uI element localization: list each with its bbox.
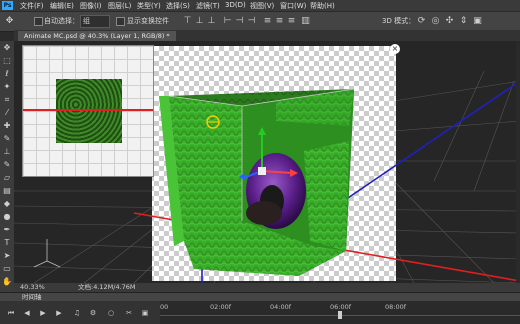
document-info[interactable]: 文档:4.12M/4.76M — [78, 283, 136, 292]
secondary-view-cube — [56, 79, 122, 143]
align-left-icon[interactable]: ⊢ — [222, 16, 233, 27]
auto-select-checkbox[interactable] — [34, 17, 43, 26]
align-middle-icon[interactable]: ⊥ — [194, 16, 205, 27]
type-tool-icon[interactable]: T — [2, 238, 12, 248]
menu-bar: Ps 文件(F) 编辑(E) 图像(I) 图层(L) 类型(Y) 选择(S) 滤… — [0, 0, 520, 11]
menu-filter[interactable]: 滤镜(T) — [196, 1, 220, 11]
menu-type[interactable]: 类型(Y) — [137, 1, 161, 11]
dodge-tool-icon[interactable]: ● — [2, 212, 12, 222]
vertical-scrollbar[interactable] — [516, 41, 520, 283]
history-brush-tool-icon[interactable]: ✎ — [2, 160, 12, 170]
prev-frame-icon[interactable]: ◀ — [22, 308, 32, 318]
settings-icon[interactable]: ⚙ — [88, 308, 98, 318]
3d-scale-icon[interactable]: ▣ — [472, 16, 483, 27]
auto-select-dropdown[interactable]: 组 — [80, 15, 110, 28]
menu-select[interactable]: 选择(S) — [166, 1, 190, 11]
menu-window[interactable]: 窗口(W) — [280, 1, 306, 11]
timeline-tick: 04:00f — [270, 303, 292, 311]
document-tab[interactable]: Animate MC.psd @ 40.3% (Layer 1, RGB/8) … — [18, 31, 176, 41]
path-select-tool-icon[interactable]: ➤ — [2, 251, 12, 261]
loop-icon[interactable]: ○ — [106, 308, 116, 318]
timeline-tick: 08:00f — [385, 303, 407, 311]
3d-slide-icon[interactable]: ⇕ — [458, 16, 469, 27]
document-tab-bar: Animate MC.psd @ 40.3% (Layer 1, RGB/8) … — [14, 30, 520, 41]
eyedropper-tool-icon[interactable]: ⁄ — [2, 108, 12, 118]
3d-mode-label: 3D 模式： — [382, 17, 416, 25]
distribute-icon[interactable]: ≡ — [262, 16, 273, 27]
healing-tool-icon[interactable]: ✚ — [2, 121, 12, 131]
timeline-tick: 06:00f — [330, 303, 352, 311]
eraser-tool-icon[interactable]: ▱ — [2, 173, 12, 183]
auto-select-label: 自动选择： — [44, 17, 79, 25]
tools-panel: ✥ ⬚ ℓ ✦ ⌗ ⁄ ✚ ✎ ⊥ ✎ ▱ ▤ ◆ ● ✒ T ➤ ▭ ✋ — [0, 41, 15, 292]
align-center-icon[interactable]: ⊣ — [234, 16, 245, 27]
play-icon[interactable]: ▶ — [38, 308, 48, 318]
auto-align-icon[interactable]: ▥ — [300, 16, 311, 27]
transition-icon[interactable]: ▣ — [140, 308, 150, 318]
next-frame-icon[interactable]: ▶ — [54, 308, 64, 318]
distribute-v-icon[interactable]: ≡ — [286, 16, 297, 27]
lasso-tool-icon[interactable]: ℓ — [2, 69, 12, 79]
audio-icon[interactable]: ♫ — [72, 308, 82, 318]
timeline-ruler[interactable]: 00 02:00f 04:00f 06:00f 08:00f — [160, 301, 520, 324]
menu-image[interactable]: 图像(I) — [80, 1, 102, 11]
clone-stamp-tool-icon[interactable]: ⊥ — [2, 147, 12, 157]
show-transform-checkbox[interactable] — [116, 17, 125, 26]
secondary-view[interactable] — [22, 45, 154, 177]
menu-file[interactable]: 文件(F) — [20, 1, 44, 11]
hand-tool-icon[interactable]: ✋ — [2, 277, 12, 287]
shape-tool-icon[interactable]: ▭ — [2, 264, 12, 274]
gradient-tool-icon[interactable]: ▤ — [2, 186, 12, 196]
marquee-tool-icon[interactable]: ⬚ — [2, 56, 12, 66]
purple-torus[interactable] — [246, 153, 306, 229]
blur-tool-icon[interactable]: ◆ — [2, 199, 12, 209]
first-frame-icon[interactable]: ⏮ — [6, 308, 16, 318]
status-bar: 40.33% 文档:4.12M/4.76M — [14, 283, 520, 292]
move-icon[interactable]: ✥ — [4, 16, 15, 27]
crop-tool-icon[interactable]: ⌗ — [2, 95, 12, 105]
3d-roll-icon[interactable]: ◎ — [430, 16, 441, 27]
zoom-level[interactable]: 40.33% — [20, 283, 45, 292]
brush-tool-icon[interactable]: ✎ — [2, 134, 12, 144]
timeline-panel: ⏮ ◀ ▶ ▶ ♫ ⚙ ○ ✂ ▣ 00 02:00f 04:00f 06:00… — [0, 301, 520, 324]
timeline-tick: 00 — [160, 303, 169, 311]
menu-help[interactable]: 帮助(H) — [310, 1, 335, 11]
magic-wand-tool-icon[interactable]: ✦ — [2, 82, 12, 92]
timeline-tick: 02:00f — [210, 303, 232, 311]
pen-tool-icon[interactable]: ✒ — [2, 225, 12, 235]
show-transform-label: 显示变换控件 — [127, 17, 169, 25]
secondary-view-axis — [23, 109, 153, 111]
move-tool-icon[interactable]: ✥ — [2, 43, 12, 53]
menu-3d[interactable]: 3D(D) — [225, 1, 246, 9]
options-bar: ✥ 自动选择： 组 显示变换控件 ⊤ ⊥ ⊥ ⊢ ⊣ ⊣ ≡ ≡ ≡ ▥ 3D … — [0, 11, 520, 32]
close-icon[interactable]: × — [390, 44, 400, 54]
3d-drag-icon[interactable]: ✣ — [444, 16, 455, 27]
playhead[interactable] — [338, 311, 342, 319]
align-right-icon[interactable]: ⊣ — [246, 16, 257, 27]
distribute-h-icon[interactable]: ≡ — [274, 16, 285, 27]
3d-rotate-icon[interactable]: ⟳ — [416, 16, 427, 27]
align-bottom-icon[interactable]: ⊥ — [206, 16, 217, 27]
menu-view[interactable]: 视图(V) — [250, 1, 274, 11]
menu-edit[interactable]: 编辑(E) — [50, 1, 74, 11]
align-top-icon[interactable]: ⊤ — [182, 16, 193, 27]
menu-layer[interactable]: 图层(L) — [108, 1, 131, 11]
scissors-icon[interactable]: ✂ — [124, 308, 134, 318]
photoshop-logo: Ps — [2, 1, 13, 10]
